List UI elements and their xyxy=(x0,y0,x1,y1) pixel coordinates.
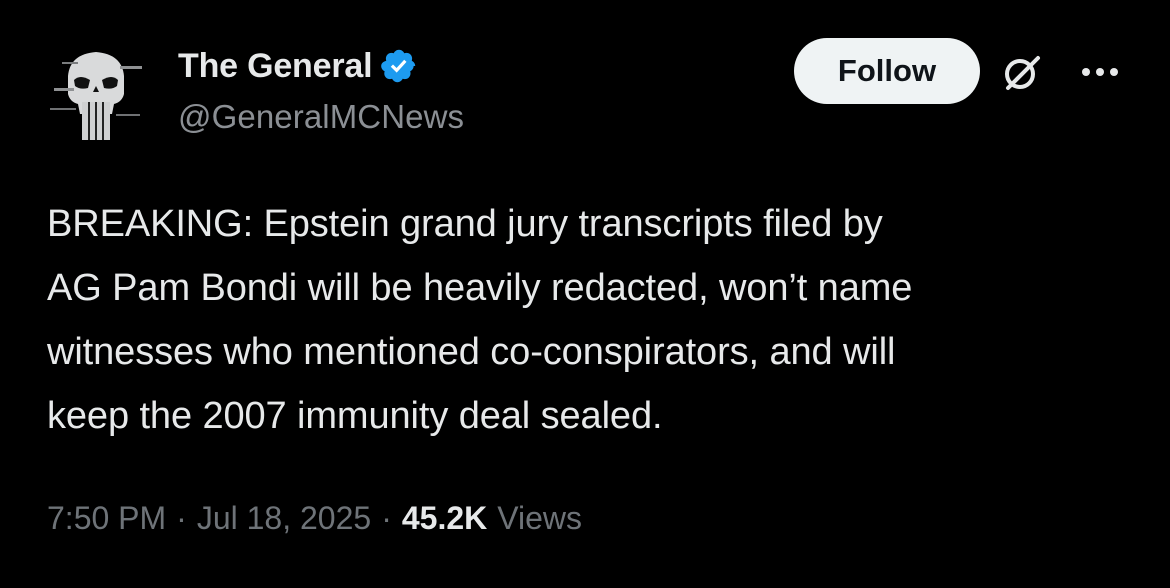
tweet-time[interactable]: 7:50 PM xyxy=(47,500,166,537)
follow-button[interactable]: Follow xyxy=(794,38,980,104)
meta-separator: · xyxy=(381,499,392,536)
more-options-icon[interactable] xyxy=(1078,60,1122,84)
tweet-meta: 7:50 PM · Jul 18, 2025 · 45.2K Views xyxy=(47,496,582,540)
avatar[interactable] xyxy=(40,36,152,148)
tweet-text: BREAKING: Epstein grand jury transcripts… xyxy=(47,203,913,437)
views-label: Views xyxy=(497,499,583,536)
views-count[interactable]: 45.2K xyxy=(402,500,487,537)
display-name[interactable]: The General xyxy=(178,47,373,86)
tweet-card: The General @GeneralMCNews Follow BREAKI… xyxy=(0,0,1170,588)
author-name-row: The General xyxy=(178,44,418,88)
punisher-skull-avatar-icon xyxy=(40,36,152,148)
grok-icon[interactable] xyxy=(1000,50,1044,94)
author-handle[interactable]: @GeneralMCNews xyxy=(178,98,464,136)
meta-separator: · xyxy=(176,499,187,536)
tweet-date[interactable]: Jul 18, 2025 xyxy=(197,500,371,537)
verified-badge-icon[interactable] xyxy=(380,47,418,85)
